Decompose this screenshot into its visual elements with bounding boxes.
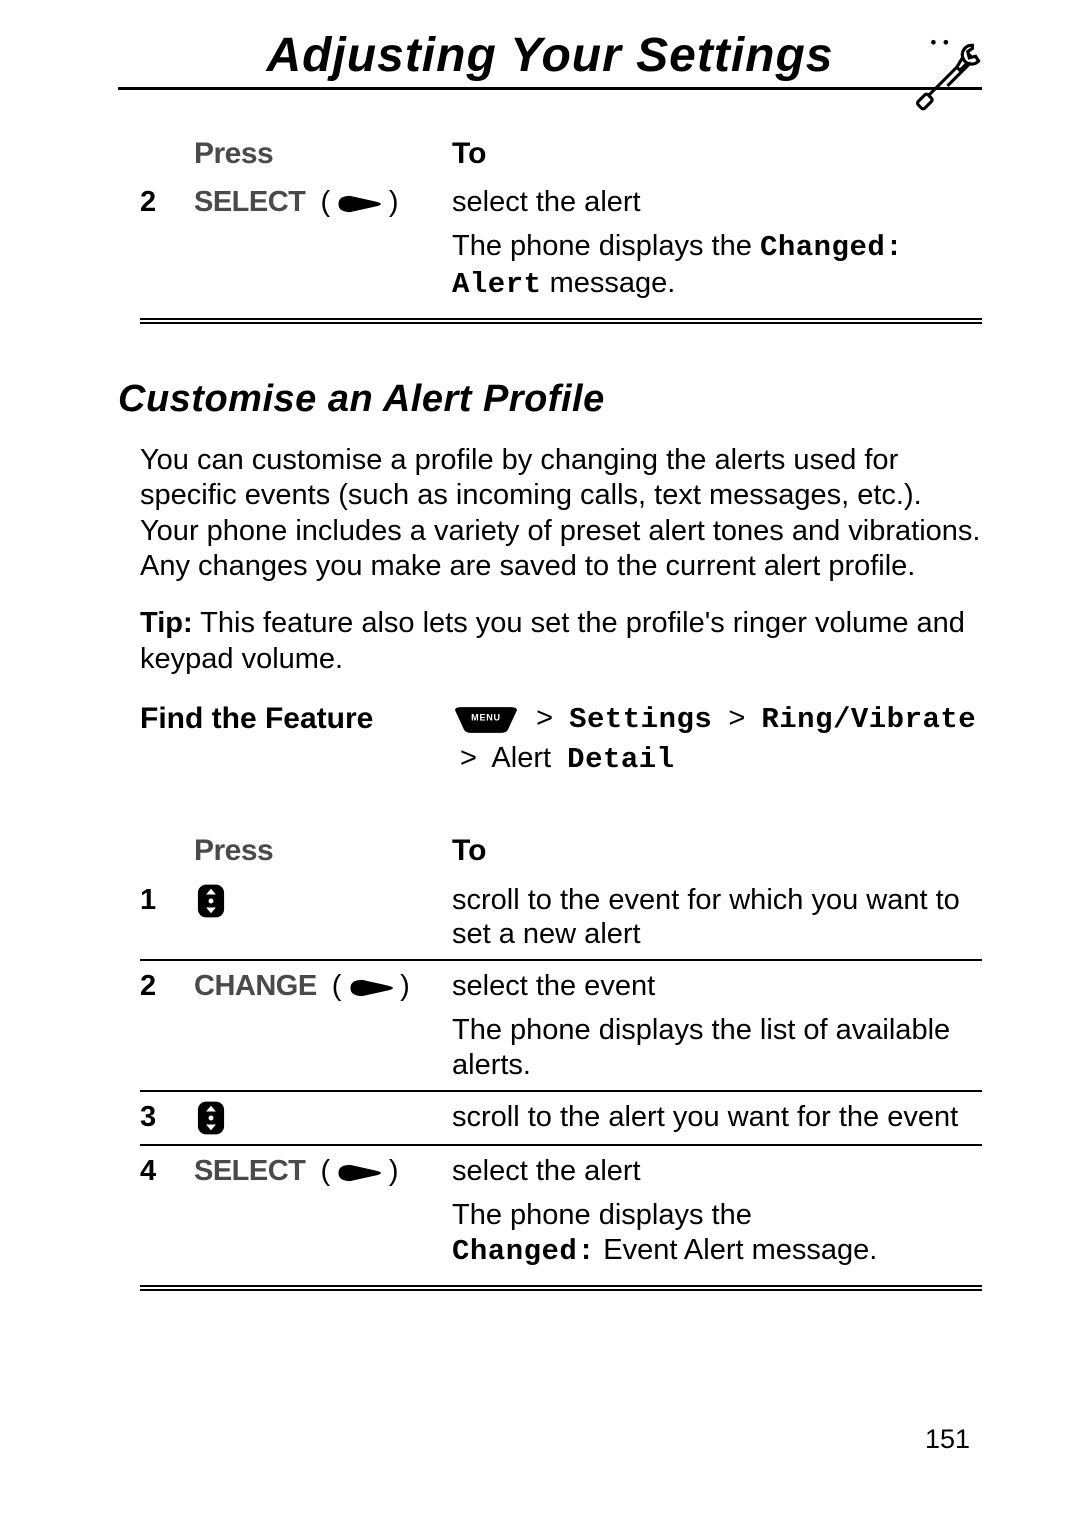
to-text: select the alert — [452, 185, 982, 219]
table-row: 3 scroll to the alert you want — [140, 1091, 982, 1145]
key-label: SELECT — [194, 1155, 305, 1187]
path-ring-vibrate: Ring/Vibrate — [761, 703, 976, 736]
to-cell: select the event The phone displays the … — [452, 960, 982, 1091]
to-text: The phone displays the Changed: — [452, 229, 982, 265]
press-cell: CHANGE ( ) — [194, 960, 452, 1091]
menu-key-icon: MENU — [452, 700, 520, 739]
to-text: select the event — [452, 969, 982, 1003]
tip-text: This feature also lets you set the profi… — [140, 607, 965, 674]
step-number: 1 — [140, 875, 194, 960]
path-settings: Settings — [569, 703, 712, 736]
find-the-feature: Find the Feature MENU > Settings > Ring/… — [140, 699, 982, 779]
col-header-to: To — [452, 827, 982, 874]
tip-paragraph: Tip: This feature also lets you set the … — [140, 606, 982, 677]
softkey-icon — [330, 186, 389, 218]
page-title: Adjusting Your Settings — [118, 30, 982, 87]
find-the-feature-path: MENU > Settings > Ring/Vibrate > Alert D… — [452, 699, 976, 779]
page: Adjusting Your Settings — [0, 0, 1080, 1525]
step-number: 4 — [140, 1145, 194, 1277]
press-cell — [194, 1091, 452, 1145]
to-cell: scroll to the event for which you want t… — [452, 875, 982, 960]
col-header-press: Press — [194, 130, 452, 177]
press-to-table: Press To 1 — [140, 827, 982, 1276]
key-label: SELECT — [194, 186, 305, 218]
key-label: CHANGE — [194, 970, 317, 1002]
path-detail: Detail — [567, 743, 674, 776]
table-row: 1 scroll to the event for which — [140, 875, 982, 960]
page-header: Adjusting Your Settings — [118, 30, 982, 90]
tip-label: Tip: — [140, 607, 193, 639]
table-row: 4 SELECT ( ) select the alert T — [140, 1145, 982, 1277]
to-text: select the alert — [452, 1154, 982, 1188]
section-body: You can customise a profile by changing … — [140, 443, 982, 677]
to-text: scroll to the event for which you want t… — [452, 883, 982, 951]
softkey-icon — [330, 1155, 389, 1187]
to-text: Alert message. — [452, 266, 982, 302]
settings-tools-icon — [910, 36, 988, 114]
page-number: 151 — [925, 1424, 970, 1455]
to-cell: select the alert The phone displays the … — [452, 1145, 982, 1277]
paragraph: You can customise a profile by changing … — [140, 443, 982, 585]
to-cell: select the alert The phone displays the … — [452, 177, 982, 310]
table-end-rule — [140, 318, 982, 324]
header-rule: Adjusting Your Settings — [118, 30, 982, 90]
step-number: 2 — [140, 960, 194, 1091]
col-header-press: Press — [194, 827, 452, 874]
section-heading: Customise an Alert Profile — [118, 378, 982, 421]
table-row: 2 SELECT ( ) select the alert T — [140, 177, 982, 310]
to-text: The phone displays the list of available… — [452, 1013, 982, 1081]
nav-key-icon — [194, 884, 228, 916]
path-alert-word: Alert — [491, 742, 551, 774]
softkey-icon — [341, 970, 400, 1002]
step-number: 2 — [140, 177, 194, 310]
press-cell: SELECT ( ) — [194, 177, 452, 310]
col-header-to: To — [452, 130, 982, 177]
nav-key-icon — [194, 1101, 228, 1133]
to-cell: scroll to the alert you want for the eve… — [452, 1091, 982, 1145]
to-text: The phone displays the Changed: Event Al… — [452, 1198, 982, 1268]
svg-text:MENU: MENU — [471, 713, 501, 723]
table-end-rule — [140, 1285, 982, 1291]
table-row: 2 CHANGE ( ) select the event The phone … — [140, 960, 982, 1091]
to-text: scroll to the alert you want for the eve… — [452, 1100, 982, 1134]
step-number: 3 — [140, 1091, 194, 1145]
press-cell: SELECT ( ) — [194, 1145, 452, 1277]
press-cell — [194, 875, 452, 960]
table-2: Press To 1 — [140, 827, 982, 1290]
table-1: Press To 2 SELECT ( ) — [140, 130, 982, 324]
press-to-table: Press To 2 SELECT ( ) — [140, 130, 982, 310]
find-the-feature-label: Find the Feature — [140, 699, 452, 779]
